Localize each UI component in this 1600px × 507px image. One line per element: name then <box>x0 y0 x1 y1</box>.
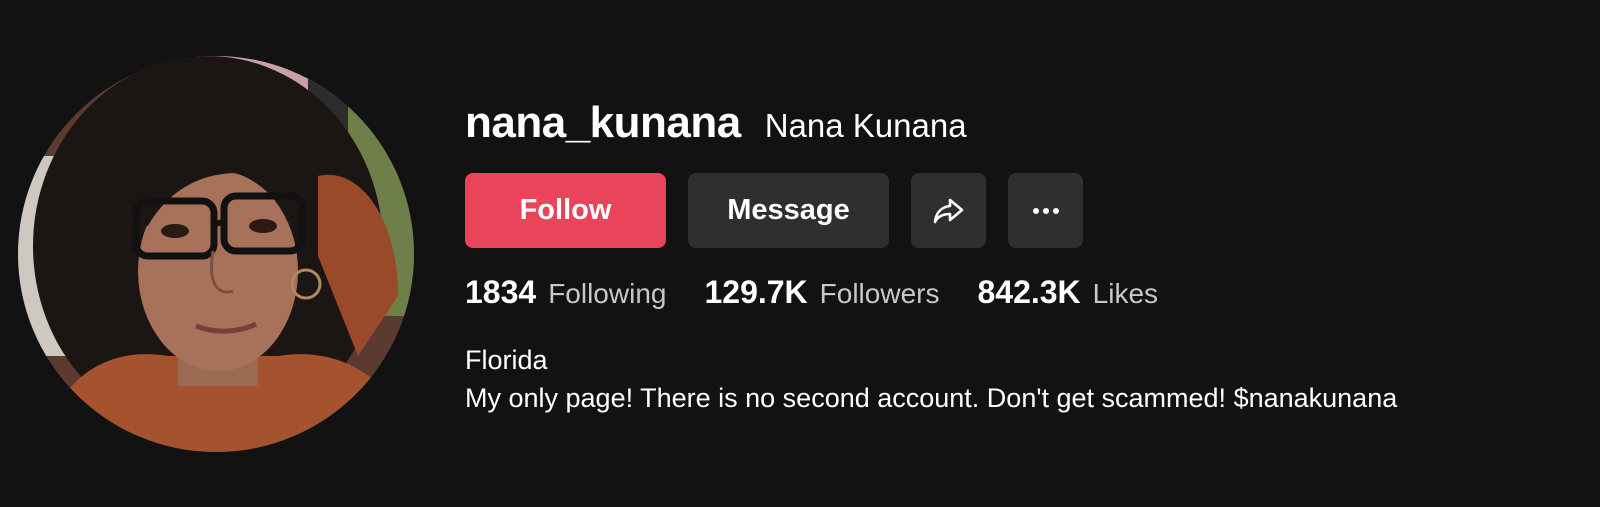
profile-stats: 1834 Following 129.7K Followers 842.3K L… <box>465 274 1196 311</box>
follow-button[interactable]: Follow <box>465 173 666 248</box>
followers-count: 129.7K <box>704 274 808 310</box>
stat-likes: 842.3K Likes <box>977 274 1158 311</box>
stat-followers[interactable]: 129.7K Followers <box>704 274 939 311</box>
likes-count: 842.3K <box>977 274 1081 310</box>
stat-following[interactable]: 1834 Following <box>465 274 666 311</box>
profile-names: nana_kunana Nana Kunana <box>465 98 967 148</box>
message-button[interactable]: Message <box>688 173 889 248</box>
likes-label: Likes <box>1092 278 1159 309</box>
more-options-button[interactable] <box>1008 173 1083 248</box>
share-arrow-icon <box>933 198 963 223</box>
profile-bio: Florida My only page! There is no second… <box>465 341 1397 417</box>
bio-location: Florida <box>465 345 548 375</box>
following-label: Following <box>548 278 667 309</box>
username: nana_kunana <box>465 98 741 147</box>
avatar-photo <box>18 56 414 452</box>
display-name: Nana Kunana <box>764 107 967 144</box>
more-horizontal-icon <box>1032 207 1059 214</box>
profile-actions: Follow Message <box>465 173 1083 248</box>
followers-label: Followers <box>819 278 940 309</box>
profile-avatar[interactable] <box>18 56 414 452</box>
share-button[interactable] <box>911 173 986 248</box>
profile-info: nana_kunana Nana Kunana Follow Message 1… <box>465 0 1600 507</box>
following-count: 1834 <box>465 274 537 310</box>
bio-text: My only page! There is no second account… <box>465 383 1398 413</box>
